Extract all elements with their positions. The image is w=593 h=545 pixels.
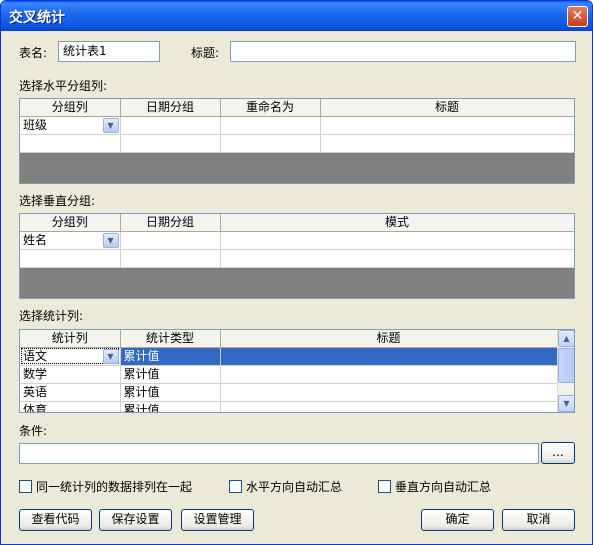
grid-header-row: 统计列 统计类型 标题 xyxy=(20,330,558,348)
column-header[interactable]: 统计类型 xyxy=(120,330,221,348)
scroll-thumb[interactable] xyxy=(558,348,574,383)
h-auto-sum-label: 水平方向自动汇总 xyxy=(246,480,343,494)
grid-header-row: 分组列 日期分组 重命名为 标题 xyxy=(20,99,574,117)
group-column-cell[interactable] xyxy=(20,249,121,268)
table-row[interactable]: 英语 累计值 xyxy=(20,383,558,402)
column-header[interactable]: 标题 xyxy=(220,330,558,348)
title-cell[interactable] xyxy=(220,347,558,366)
column-header[interactable]: 统计列 xyxy=(20,330,121,348)
column-header[interactable]: 模式 xyxy=(220,214,574,232)
view-code-button[interactable]: 查看代码 xyxy=(19,509,92,531)
horizontal-section-label: 选择水平分组列: xyxy=(19,79,108,93)
horizontal-group-grid: 分组列 日期分组 重命名为 标题 班级 ▼ xyxy=(19,98,575,184)
table-name-label: 表名: xyxy=(19,46,48,60)
chevron-down-icon[interactable]: ▼ xyxy=(102,117,119,133)
table-row xyxy=(20,134,574,153)
condition-browse-button[interactable]: ... xyxy=(541,442,575,464)
cell-value: 姓名 xyxy=(23,232,48,247)
stat-type-cell[interactable]: 累计值 xyxy=(120,365,221,384)
stat-column-cell[interactable]: 体育 xyxy=(20,401,121,412)
column-header[interactable]: 分组列 xyxy=(20,99,121,117)
table-row[interactable]: 数学 累计值 xyxy=(20,365,558,384)
column-header[interactable]: 分组列 xyxy=(20,214,121,232)
stat-column-cell[interactable]: 数学 xyxy=(20,365,121,384)
v-auto-sum-label: 垂直方向自动汇总 xyxy=(395,480,492,494)
settings-manage-button[interactable]: 设置管理 xyxy=(181,509,254,531)
window-title: 交叉统计 xyxy=(9,10,65,26)
table-row xyxy=(20,249,574,268)
date-group-cell[interactable] xyxy=(120,116,221,135)
date-group-cell[interactable] xyxy=(120,249,221,268)
table-row-selected[interactable]: 语文 ▼ 累计值 xyxy=(20,347,558,366)
caption-label: 标题: xyxy=(191,46,220,60)
caption-input[interactable] xyxy=(230,41,576,62)
condition-input[interactable] xyxy=(19,443,539,464)
cancel-button[interactable]: 取消 xyxy=(502,509,575,531)
table-name-input[interactable]: 统计表1 xyxy=(58,41,160,62)
mode-cell[interactable] xyxy=(220,231,574,250)
table-row: 姓名 ▼ xyxy=(20,231,574,250)
vertical-section-label: 选择垂直分组: xyxy=(19,194,96,208)
stat-type-cell[interactable]: 累计值 xyxy=(120,347,221,366)
scroll-down-icon[interactable]: ▼ xyxy=(558,395,574,412)
title-cell[interactable] xyxy=(320,116,574,135)
column-header[interactable]: 日期分组 xyxy=(120,99,221,117)
h-auto-sum-checkbox[interactable] xyxy=(229,480,242,493)
group-column-combo[interactable]: 班级 ▼ xyxy=(20,116,121,135)
ok-button[interactable]: 确定 xyxy=(421,509,494,531)
rename-cell[interactable] xyxy=(220,134,321,153)
vertical-scrollbar[interactable]: ▲ ▼ xyxy=(557,330,574,412)
title-bar[interactable]: 交叉统计 ✕ xyxy=(1,1,592,31)
chevron-down-icon[interactable]: ▼ xyxy=(102,348,119,364)
cell-value: 班级 xyxy=(23,117,48,132)
group-same-label: 同一统计列的数据排列在一起 xyxy=(36,480,193,494)
save-settings-button[interactable]: 保存设置 xyxy=(99,509,172,531)
condition-label: 条件: xyxy=(19,424,48,438)
close-icon[interactable]: ✕ xyxy=(567,6,588,27)
v-auto-sum-checkbox[interactable] xyxy=(378,480,391,493)
mode-cell[interactable] xyxy=(220,249,574,268)
table-row: 班级 ▼ xyxy=(20,116,574,135)
stat-column-combo[interactable]: 语文 ▼ xyxy=(20,347,121,366)
table-row[interactable]: 体育 累计值 xyxy=(20,401,558,412)
column-header[interactable]: 重命名为 xyxy=(220,99,321,117)
column-header[interactable]: 日期分组 xyxy=(120,214,221,232)
title-cell[interactable] xyxy=(220,383,558,402)
stats-column-grid: 统计列 统计类型 标题 语文 ▼ 累计值 数学 累计值 英语 累计值 体育 累计… xyxy=(19,329,575,413)
column-header[interactable]: 标题 xyxy=(320,99,574,117)
vertical-group-grid: 分组列 日期分组 模式 姓名 ▼ xyxy=(19,213,575,299)
title-cell[interactable] xyxy=(220,365,558,384)
stat-column-cell[interactable]: 英语 xyxy=(20,383,121,402)
title-cell[interactable] xyxy=(220,401,558,412)
date-group-cell[interactable] xyxy=(120,231,221,250)
stat-type-cell[interactable]: 累计值 xyxy=(120,401,221,412)
cross-stat-dialog: 交叉统计 ✕ 表名: 统计表1 标题: 选择水平分组列: 分组列 日期分组 重命… xyxy=(0,0,593,545)
group-same-checkbox[interactable] xyxy=(19,480,32,493)
group-column-cell[interactable] xyxy=(20,134,121,153)
scroll-up-icon[interactable]: ▲ xyxy=(558,330,574,347)
title-cell[interactable] xyxy=(320,134,574,153)
cell-value: 语文 xyxy=(23,348,48,363)
date-group-cell[interactable] xyxy=(120,134,221,153)
grid-header-row: 分组列 日期分组 模式 xyxy=(20,214,574,232)
group-column-combo[interactable]: 姓名 ▼ xyxy=(20,231,121,250)
chevron-down-icon[interactable]: ▼ xyxy=(102,232,119,248)
rename-cell[interactable] xyxy=(220,116,321,135)
stats-section-label: 选择统计列: xyxy=(19,309,84,323)
stat-type-cell[interactable]: 累计值 xyxy=(120,383,221,402)
